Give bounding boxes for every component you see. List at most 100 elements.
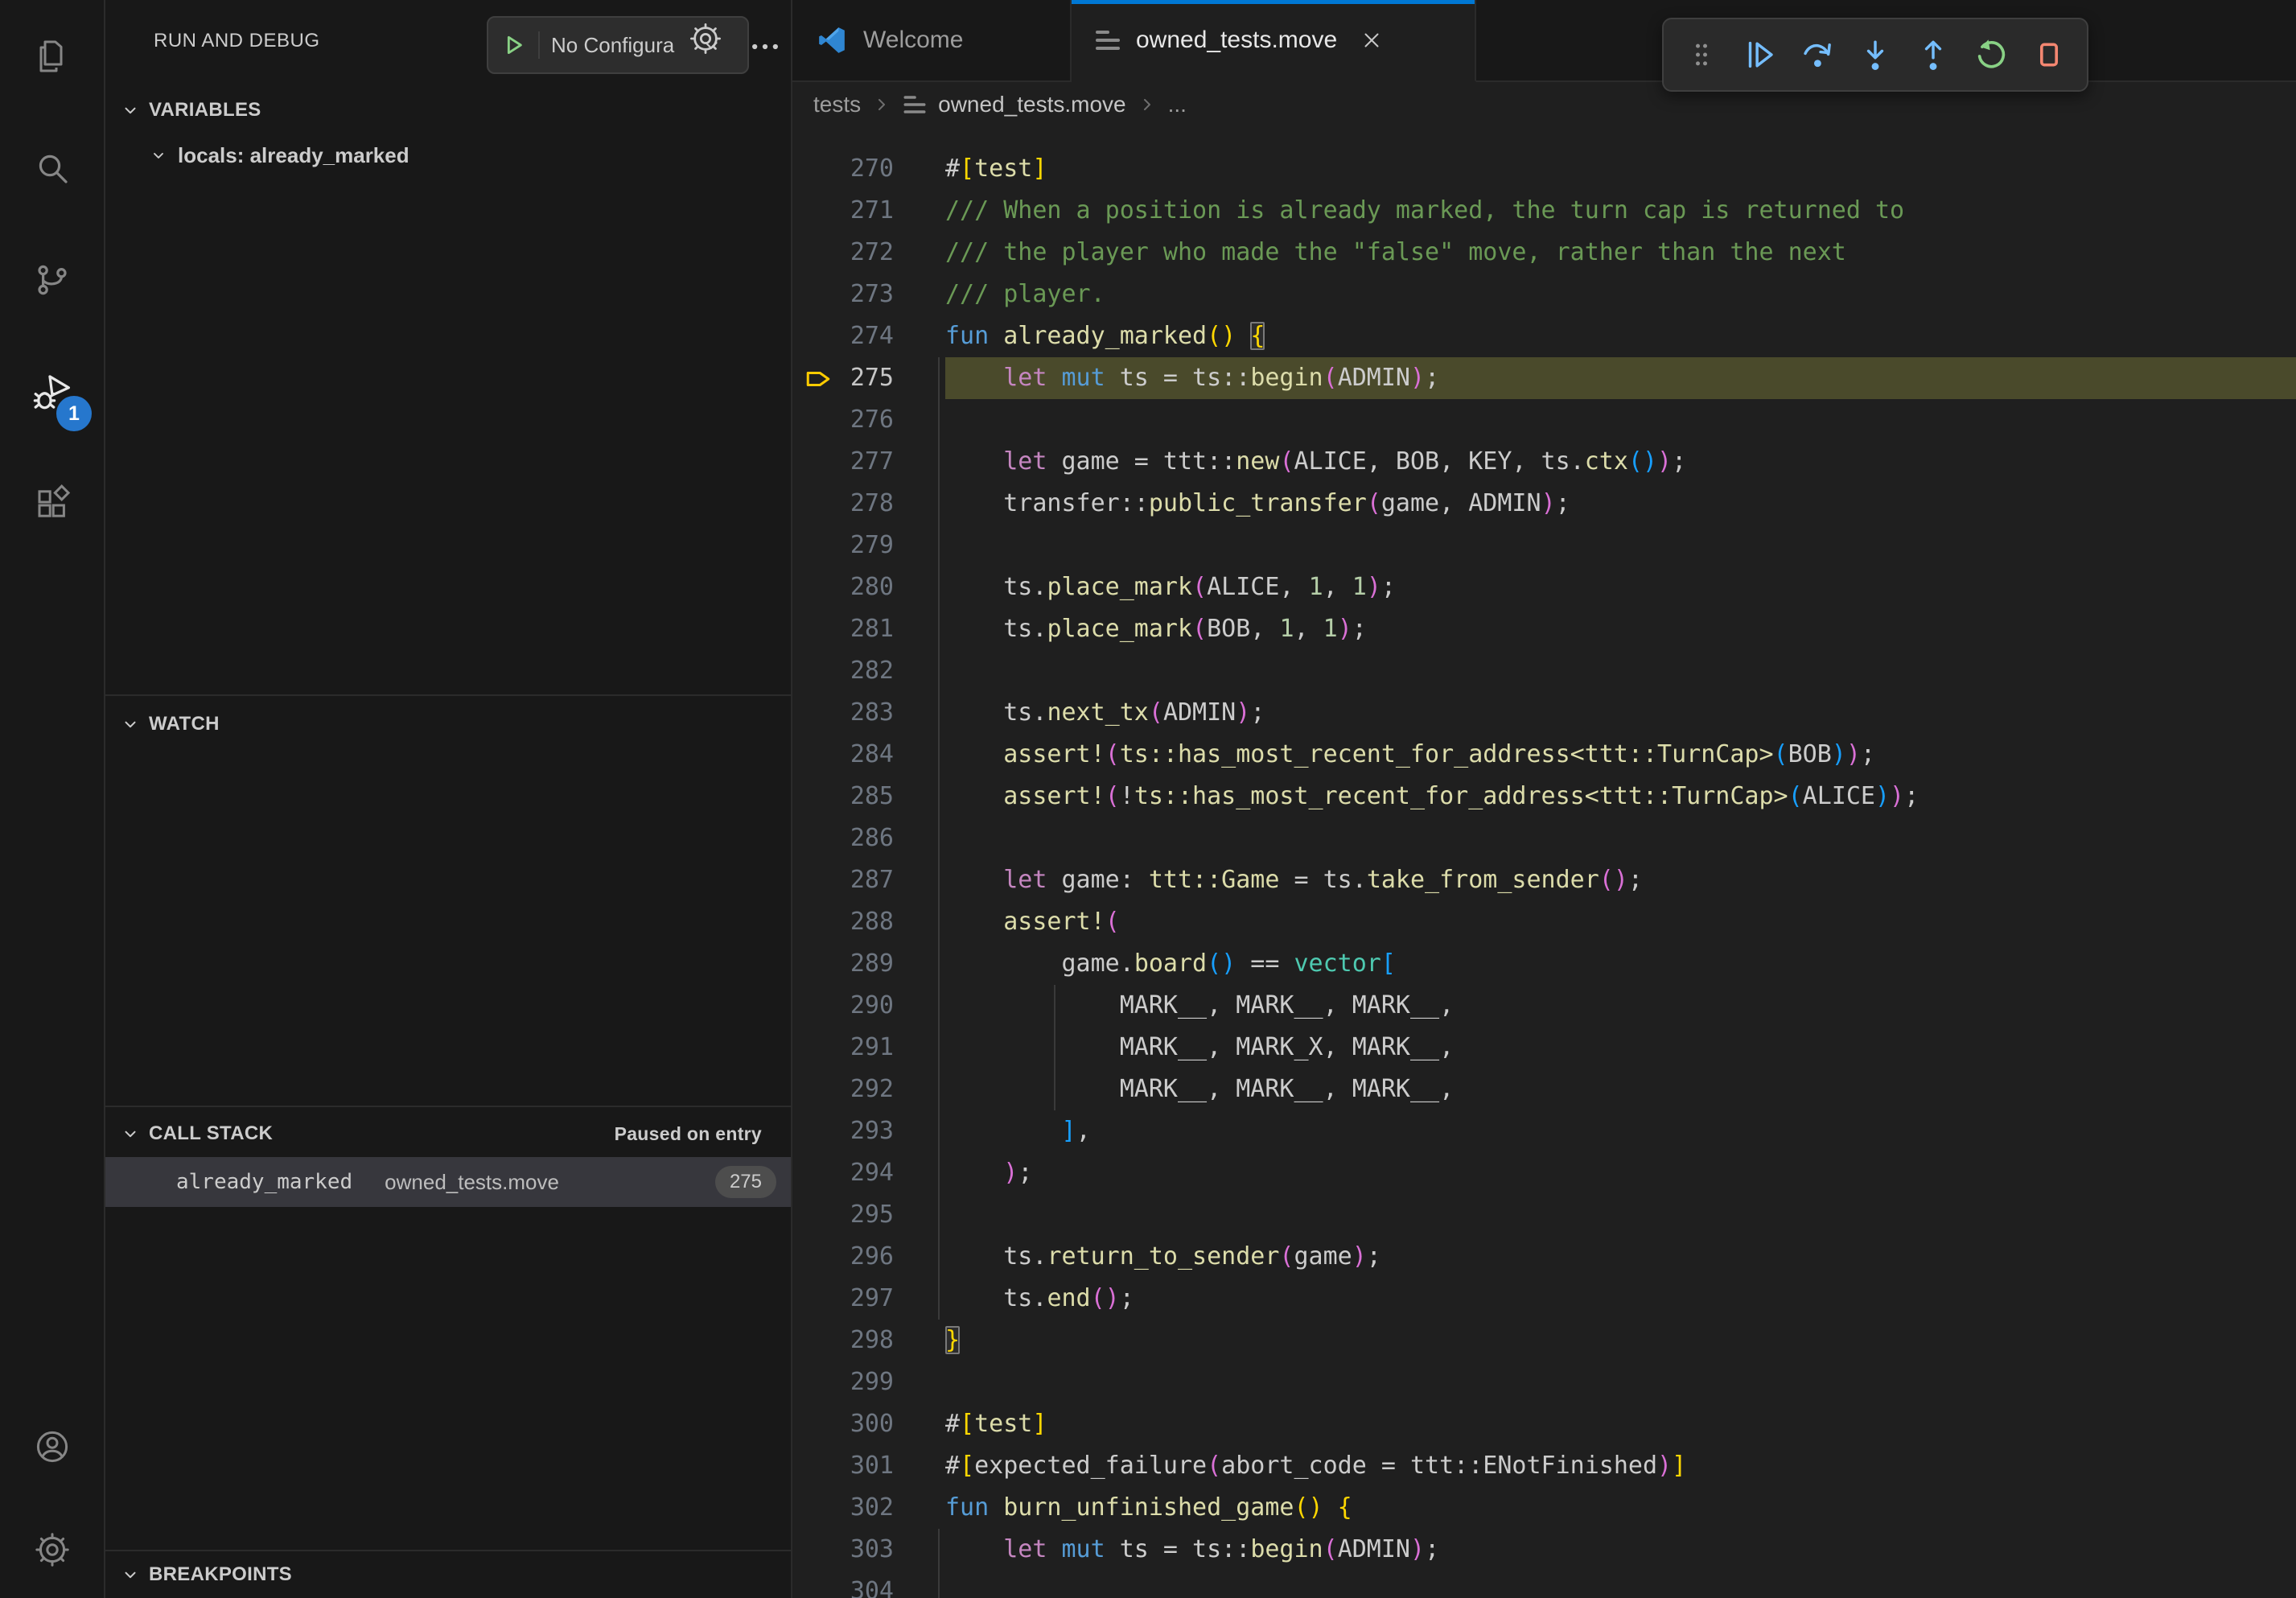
stack-frame-row[interactable]: already_marked owned_tests.move 275 bbox=[105, 1157, 791, 1207]
line-number[interactable]: 301 bbox=[792, 1445, 945, 1487]
line-number[interactable]: 270 bbox=[792, 148, 945, 190]
code-line[interactable]: 285 assert!(!ts::has_most_recent_for_add… bbox=[792, 776, 2296, 818]
line-number[interactable]: 282 bbox=[792, 650, 945, 692]
line-number[interactable]: 292 bbox=[792, 1069, 945, 1110]
code-line[interactable]: 295 bbox=[792, 1194, 2296, 1236]
line-number[interactable]: 286 bbox=[792, 818, 945, 859]
extensions-icon[interactable] bbox=[0, 447, 105, 559]
code-line[interactable]: 302fun burn_unfinished_game() { bbox=[792, 1487, 2296, 1529]
line-number[interactable]: 284 bbox=[792, 734, 945, 776]
line-number[interactable]: 297 bbox=[792, 1278, 945, 1320]
line-number[interactable]: 281 bbox=[792, 608, 945, 650]
continue-icon[interactable] bbox=[1731, 25, 1788, 84]
debug-settings-gear-icon[interactable] bbox=[688, 21, 723, 56]
code-line[interactable]: 281 ts.place_mark(BOB, 1, 1); bbox=[792, 608, 2296, 650]
code-line[interactable]: 270#[test] bbox=[792, 148, 2296, 190]
code-line[interactable]: 290 MARK__, MARK__, MARK__, bbox=[792, 985, 2296, 1027]
code-line[interactable]: 279 bbox=[792, 525, 2296, 566]
line-number[interactable]: 277 bbox=[792, 441, 945, 483]
code-line[interactable]: 280 ts.place_mark(ALICE, 1, 1); bbox=[792, 566, 2296, 608]
variables-section-header[interactable]: VARIABLES bbox=[105, 87, 791, 134]
line-number[interactable]: 300 bbox=[792, 1403, 945, 1445]
line-number[interactable]: 302 bbox=[792, 1487, 945, 1529]
line-number[interactable]: 288 bbox=[792, 901, 945, 943]
start-debug-icon[interactable] bbox=[488, 31, 540, 59]
line-number[interactable]: 295 bbox=[792, 1194, 945, 1236]
line-number[interactable]: 290 bbox=[792, 985, 945, 1027]
code-line[interactable]: 294 ); bbox=[792, 1152, 2296, 1194]
run-and-debug-icon[interactable]: 1 bbox=[0, 336, 105, 447]
tab-owned-tests-move[interactable]: owned_tests.move bbox=[1072, 0, 1476, 82]
toolbar-drag-grip[interactable] bbox=[1673, 25, 1730, 84]
code-line[interactable]: 286 bbox=[792, 818, 2296, 859]
explorer-icon[interactable] bbox=[0, 0, 105, 112]
code-line[interactable]: 273/// player. bbox=[792, 274, 2296, 315]
code-line[interactable]: 297 ts.end(); bbox=[792, 1278, 2296, 1320]
close-tab-icon[interactable] bbox=[1360, 28, 1384, 52]
code-line[interactable]: 275 let mut ts = ts::begin(ADMIN); bbox=[792, 357, 2296, 399]
line-number[interactable]: 287 bbox=[792, 859, 945, 901]
code-line[interactable]: 292 MARK__, MARK__, MARK__, bbox=[792, 1069, 2296, 1110]
line-number[interactable]: 296 bbox=[792, 1236, 945, 1278]
call-stack-section-header[interactable]: CALL STACK Paused on entry bbox=[105, 1110, 791, 1157]
step-over-icon[interactable] bbox=[1789, 25, 1845, 84]
code-line[interactable]: 277 let game = ttt::new(ALICE, BOB, KEY,… bbox=[792, 441, 2296, 483]
code-line[interactable]: 296 ts.return_to_sender(game); bbox=[792, 1236, 2296, 1278]
code-line[interactable]: 271/// When a position is already marked… bbox=[792, 190, 2296, 232]
restart-icon[interactable] bbox=[1963, 25, 2019, 84]
step-out-icon[interactable] bbox=[1905, 25, 1961, 84]
code-line[interactable]: 299 bbox=[792, 1361, 2296, 1403]
line-number[interactable]: 304 bbox=[792, 1571, 945, 1598]
line-number[interactable]: 299 bbox=[792, 1361, 945, 1403]
line-number[interactable]: 291 bbox=[792, 1027, 945, 1069]
line-number[interactable]: 293 bbox=[792, 1110, 945, 1152]
line-number[interactable]: 285 bbox=[792, 776, 945, 818]
search-icon[interactable] bbox=[0, 112, 105, 224]
code-line[interactable]: 289 game.board() == vector[ bbox=[792, 943, 2296, 985]
code-line[interactable]: 298} bbox=[792, 1320, 2296, 1361]
line-number[interactable]: 289 bbox=[792, 943, 945, 985]
code-line[interactable]: 284 assert!(ts::has_most_recent_for_addr… bbox=[792, 734, 2296, 776]
stop-icon[interactable] bbox=[2021, 25, 2077, 84]
code-line[interactable]: 303 let mut ts = ts::begin(ADMIN); bbox=[792, 1529, 2296, 1571]
breadcrumb-folder[interactable]: tests bbox=[813, 92, 861, 117]
line-number[interactable]: 274 bbox=[792, 315, 945, 357]
line-number[interactable]: 279 bbox=[792, 525, 945, 566]
line-number[interactable]: 280 bbox=[792, 566, 945, 608]
line-number[interactable]: 275 bbox=[792, 357, 945, 399]
code-line[interactable]: 276 bbox=[792, 399, 2296, 441]
line-number[interactable]: 278 bbox=[792, 483, 945, 525]
code-line[interactable]: 278 transfer::public_transfer(game, ADMI… bbox=[792, 483, 2296, 525]
line-number[interactable]: 273 bbox=[792, 274, 945, 315]
code-line[interactable]: 301#[expected_failure(abort_code = ttt::… bbox=[792, 1445, 2296, 1487]
more-actions-ellipsis-icon[interactable] bbox=[747, 29, 783, 64]
locals-scope-row[interactable]: locals: already_marked bbox=[105, 134, 791, 177]
line-number[interactable]: 283 bbox=[792, 692, 945, 734]
tab-welcome[interactable]: Welcome bbox=[792, 0, 1072, 80]
code-line[interactable]: 282 bbox=[792, 650, 2296, 692]
line-number[interactable]: 276 bbox=[792, 399, 945, 441]
code-line[interactable]: 304 bbox=[792, 1571, 2296, 1598]
code-line[interactable]: 274fun already_marked() { bbox=[792, 315, 2296, 357]
line-number[interactable]: 303 bbox=[792, 1529, 945, 1571]
code-line[interactable]: 272/// the player who made the "false" m… bbox=[792, 232, 2296, 274]
line-number[interactable]: 294 bbox=[792, 1152, 945, 1194]
settings-gear-icon[interactable] bbox=[0, 1501, 105, 1598]
breakpoints-section-header[interactable]: BREAKPOINTS bbox=[105, 1551, 791, 1598]
code-line[interactable]: 288 assert!( bbox=[792, 901, 2296, 943]
step-into-icon[interactable] bbox=[1847, 25, 1903, 84]
code-line[interactable]: 293 ], bbox=[792, 1110, 2296, 1152]
code-line[interactable]: 283 ts.next_tx(ADMIN); bbox=[792, 692, 2296, 734]
code-line[interactable]: 287 let game: ttt::Game = ts.take_from_s… bbox=[792, 859, 2296, 901]
line-number[interactable]: 298 bbox=[792, 1320, 945, 1361]
breadcrumb-file[interactable]: owned_tests.move bbox=[938, 92, 1125, 117]
account-icon[interactable] bbox=[0, 1391, 105, 1501]
code-line-content: ts.return_to_sender(game); bbox=[945, 1236, 2296, 1278]
watch-section-header[interactable]: WATCH bbox=[105, 701, 791, 748]
line-number[interactable]: 271 bbox=[792, 190, 945, 232]
code-line[interactable]: 291 MARK__, MARK_X, MARK__, bbox=[792, 1027, 2296, 1069]
breadcrumb-symbol[interactable]: ... bbox=[1168, 92, 1187, 117]
source-control-icon[interactable] bbox=[0, 224, 105, 336]
line-number[interactable]: 272 bbox=[792, 232, 945, 274]
code-line[interactable]: 300#[test] bbox=[792, 1403, 2296, 1445]
